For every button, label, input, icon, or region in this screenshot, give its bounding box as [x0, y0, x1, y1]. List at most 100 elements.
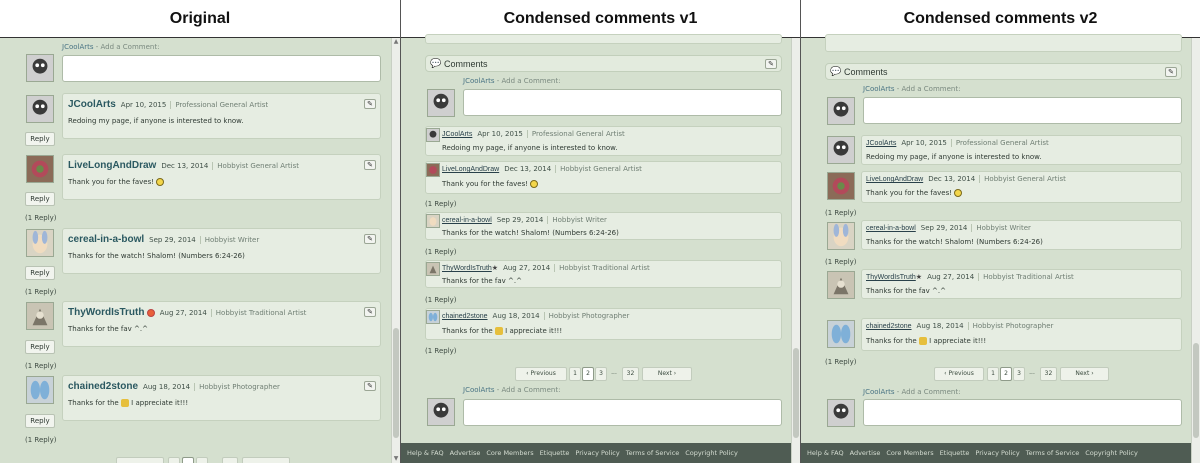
footer-link[interactable]: Etiquette: [540, 443, 570, 463]
avatar[interactable]: [827, 320, 855, 348]
comment-date[interactable]: Sep 29, 2014: [921, 224, 968, 232]
avatar[interactable]: [827, 222, 855, 250]
footer-link[interactable]: Advertise: [850, 443, 881, 463]
reply-count-link[interactable]: (1 Reply): [425, 296, 457, 304]
page-button[interactable]: [168, 457, 180, 463]
page-button-current[interactable]: 2: [582, 367, 594, 381]
reply-button[interactable]: Reply: [25, 266, 55, 280]
reply-button[interactable]: Reply: [25, 340, 55, 354]
avatar[interactable]: [26, 155, 54, 183]
reply-count-link[interactable]: (1 Reply): [25, 436, 57, 444]
footer-link[interactable]: Privacy Policy: [575, 443, 619, 463]
avatar[interactable]: [427, 89, 455, 117]
page-button[interactable]: 3: [595, 367, 607, 381]
footer-link[interactable]: Core Members: [486, 443, 533, 463]
scrollbar-thumb[interactable]: [393, 328, 399, 438]
pencil-icon[interactable]: ✎: [364, 234, 376, 244]
scrollbar-thumb[interactable]: [793, 348, 799, 438]
username[interactable]: JCoolArts: [866, 140, 896, 147]
avatar[interactable]: [427, 398, 455, 426]
next-button[interactable]: Next ›: [642, 367, 692, 381]
footer-link[interactable]: Privacy Policy: [975, 443, 1019, 463]
username[interactable]: JCoolArts: [68, 99, 116, 110]
reply-count-link[interactable]: (1 Reply): [825, 209, 857, 217]
pencil-icon[interactable]: ✎: [364, 307, 376, 317]
reply-count-link[interactable]: (1 Reply): [25, 362, 57, 370]
footer-link[interactable]: Advertise: [450, 443, 481, 463]
avatar[interactable]: [827, 136, 855, 164]
next-button[interactable]: Next ›: [1060, 367, 1109, 381]
username[interactable]: LiveLongAndDraw: [68, 160, 156, 171]
comment-input[interactable]: [463, 399, 782, 426]
avatar[interactable]: [26, 302, 54, 330]
reply-button[interactable]: Reply: [25, 192, 55, 206]
footer-link[interactable]: Help & FAQ: [407, 443, 444, 463]
footer-link[interactable]: Help & FAQ: [807, 443, 844, 463]
pencil-icon[interactable]: ✎: [765, 59, 777, 69]
avatar[interactable]: [827, 172, 855, 200]
page-button[interactable]: 32: [622, 367, 639, 381]
pencil-icon[interactable]: ✎: [364, 99, 376, 109]
comment-date[interactable]: Sep 29, 2014: [497, 216, 544, 224]
scrollbar[interactable]: ▲ ▼: [391, 38, 400, 463]
avatar[interactable]: [26, 229, 54, 257]
page-button-current[interactable]: [182, 457, 194, 463]
page-button[interactable]: [196, 457, 208, 463]
reply-count-link[interactable]: (1 Reply): [25, 288, 57, 296]
comment-date[interactable]: Dec 13, 2014: [161, 162, 208, 170]
previous-button[interactable]: ‹ Previous: [934, 367, 984, 381]
username[interactable]: ThyWordIsTruth: [68, 307, 144, 318]
avatar[interactable]: [827, 271, 855, 299]
comment-date[interactable]: Dec 13, 2014: [504, 165, 551, 173]
avatar[interactable]: [26, 376, 54, 404]
avatar[interactable]: [26, 95, 54, 123]
reply-count-link[interactable]: (1 Reply): [425, 200, 457, 208]
username[interactable]: JCoolArts: [442, 131, 472, 138]
comment-date[interactable]: Dec 13, 2014: [928, 175, 975, 183]
username[interactable]: cereal-in-a-bowl: [68, 234, 144, 245]
comment-date[interactable]: Aug 27, 2014: [927, 273, 974, 281]
comment-input[interactable]: [463, 89, 782, 116]
page-button-current[interactable]: 2: [1000, 367, 1012, 381]
comment-input[interactable]: [62, 55, 381, 82]
scrollbar[interactable]: [791, 38, 800, 463]
footer-link[interactable]: Core Members: [886, 443, 933, 463]
pencil-icon[interactable]: ✎: [364, 381, 376, 391]
avatar[interactable]: [827, 399, 855, 427]
comment-input[interactable]: [863, 97, 1182, 124]
reply-button[interactable]: Reply: [25, 414, 55, 428]
username[interactable]: chained2stone: [68, 381, 138, 392]
username[interactable]: LiveLongAndDraw: [866, 176, 923, 183]
footer-link[interactable]: Copyright Policy: [1085, 443, 1138, 463]
avatar[interactable]: [827, 97, 855, 125]
scroll-down-icon[interactable]: ▼: [392, 455, 400, 463]
reply-count-link[interactable]: (1 Reply): [825, 258, 857, 266]
previous-button[interactable]: ‹ Previous: [515, 367, 567, 381]
avatar[interactable]: [426, 310, 440, 324]
page-button[interactable]: [222, 457, 238, 463]
username[interactable]: LiveLongAndDraw: [442, 166, 499, 173]
comment-date[interactable]: Aug 27, 2014: [503, 264, 550, 272]
scrollbar[interactable]: [1191, 38, 1200, 463]
footer-link[interactable]: Terms of Service: [626, 443, 680, 463]
username[interactable]: ThyWordIsTruth: [866, 274, 916, 281]
comment-input[interactable]: [863, 399, 1182, 426]
avatar[interactable]: [426, 128, 440, 142]
previous-button[interactable]: [116, 457, 164, 463]
avatar[interactable]: [426, 262, 440, 276]
username[interactable]: cereal-in-a-bowl: [866, 225, 916, 232]
footer-link[interactable]: Terms of Service: [1026, 443, 1080, 463]
reply-count-link[interactable]: (1 Reply): [425, 347, 457, 355]
avatar[interactable]: [26, 54, 54, 82]
username[interactable]: ThyWordIsTruth: [442, 265, 492, 272]
reply-count-link[interactable]: (1 Reply): [425, 248, 457, 256]
comment-date[interactable]: Aug 18, 2014: [917, 322, 964, 330]
pencil-icon[interactable]: ✎: [364, 160, 376, 170]
comment-date[interactable]: Apr 10, 2015: [477, 130, 523, 138]
footer-link[interactable]: Copyright Policy: [685, 443, 738, 463]
username[interactable]: chained2stone: [442, 313, 488, 320]
comment-date[interactable]: Aug 18, 2014: [143, 383, 190, 391]
avatar[interactable]: [426, 214, 440, 228]
page-button[interactable]: 32: [1040, 367, 1057, 381]
comment-date[interactable]: Apr 10, 2015: [901, 139, 947, 147]
